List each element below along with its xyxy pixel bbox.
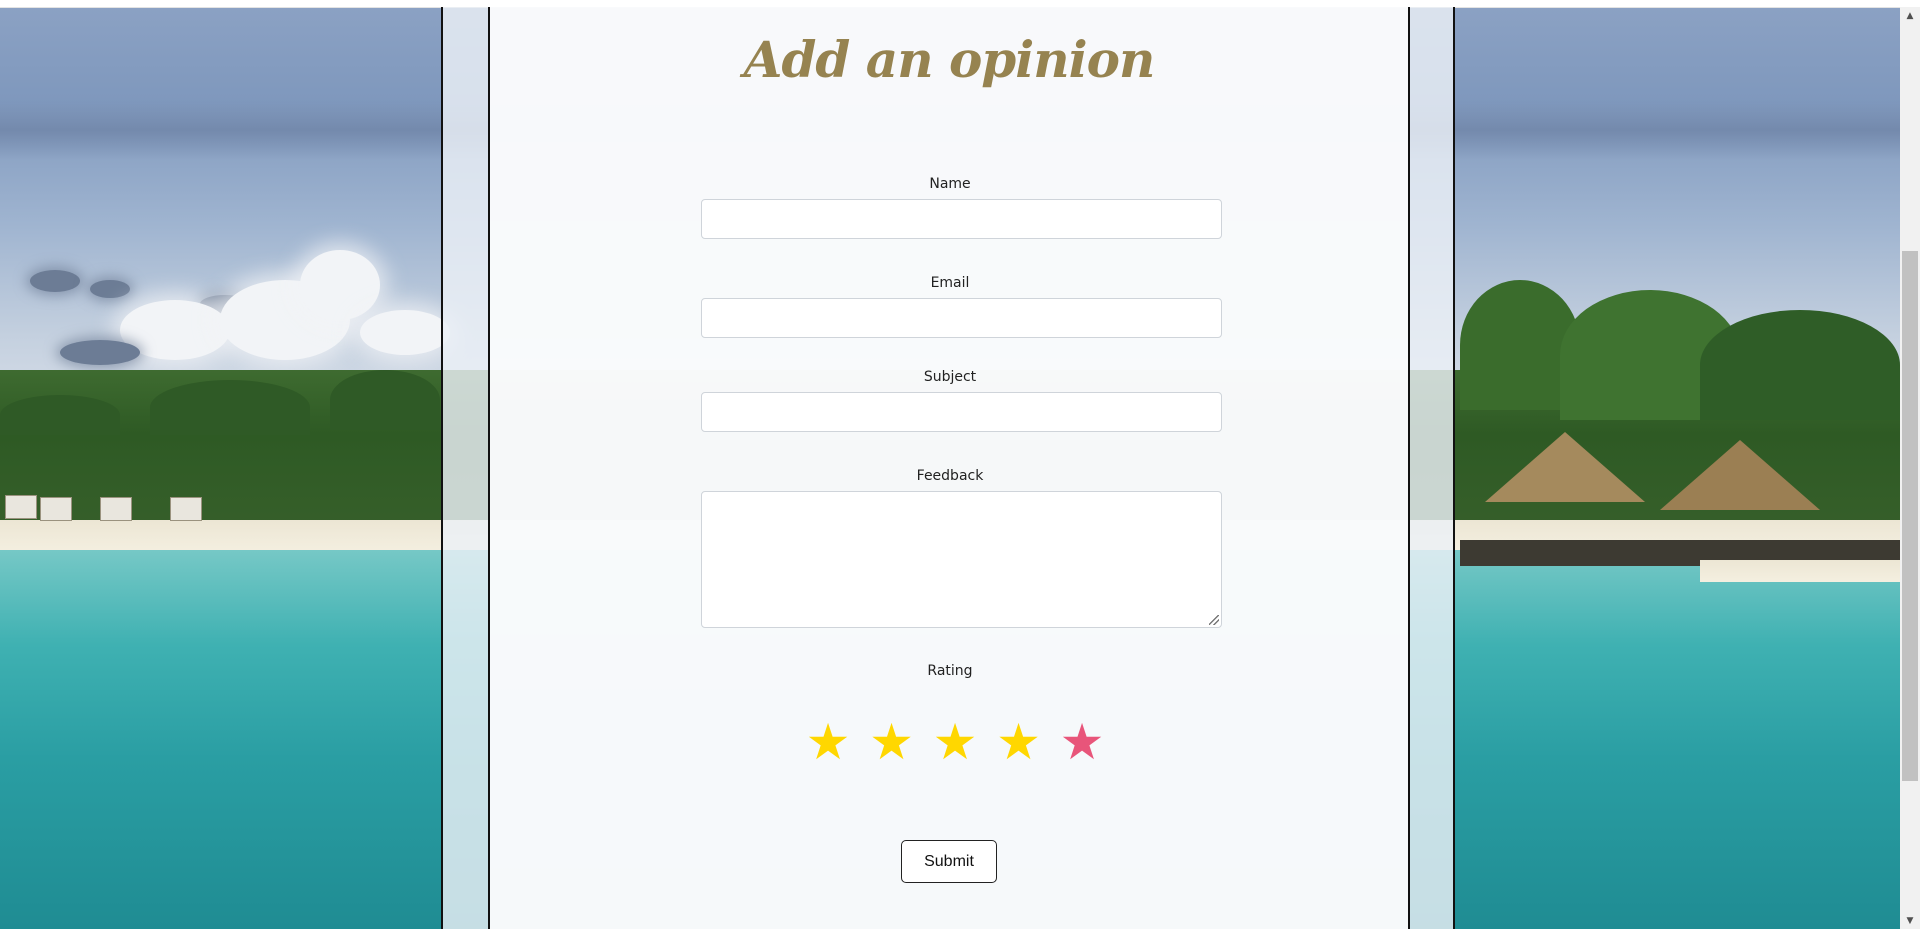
- star-rating: ★ ★ ★ ★ ★: [800, 712, 1110, 772]
- feedback-label: Feedback: [916, 468, 984, 484]
- beach: [1700, 560, 1900, 582]
- scroll-thumb[interactable]: [1902, 251, 1918, 781]
- thatched-roof: [1660, 440, 1820, 510]
- subject-label: Subject: [923, 369, 977, 385]
- name-label: Name: [929, 176, 971, 192]
- feedback-textarea[interactable]: [701, 491, 1222, 628]
- rating-label: Rating: [927, 663, 973, 679]
- cloud: [30, 270, 80, 292]
- star-icon-2[interactable]: ★: [864, 712, 920, 772]
- submit-button[interactable]: Submit: [901, 840, 997, 883]
- star-icon-3[interactable]: ★: [927, 712, 983, 772]
- cloud: [90, 280, 130, 298]
- tree: [330, 370, 440, 430]
- resize-grip-icon[interactable]: [1209, 615, 1219, 625]
- cloud: [60, 340, 140, 365]
- tree: [1700, 310, 1900, 420]
- tree: [0, 395, 120, 435]
- star-icon-5[interactable]: ★: [1054, 712, 1110, 772]
- scrollbar[interactable]: ▲ ▼: [1900, 7, 1920, 929]
- subject-input[interactable]: [701, 392, 1222, 432]
- page-title: Add an opinion: [743, 30, 1156, 89]
- tree: [150, 380, 310, 435]
- star-icon-4[interactable]: ★: [991, 712, 1047, 772]
- thatched-roof: [1485, 432, 1645, 502]
- cloud: [360, 310, 450, 355]
- email-label: Email: [930, 275, 970, 291]
- beach-hut: [170, 497, 202, 521]
- scroll-up-arrow-icon[interactable]: ▲: [1900, 7, 1920, 24]
- star-icon-1[interactable]: ★: [800, 712, 856, 772]
- cloud: [300, 250, 380, 320]
- beach-hut: [5, 495, 37, 519]
- beach-hut: [40, 497, 72, 521]
- name-input[interactable]: [701, 199, 1222, 239]
- email-input[interactable]: [701, 298, 1222, 338]
- beach-hut: [100, 497, 132, 521]
- scroll-down-arrow-icon[interactable]: ▼: [1900, 912, 1920, 929]
